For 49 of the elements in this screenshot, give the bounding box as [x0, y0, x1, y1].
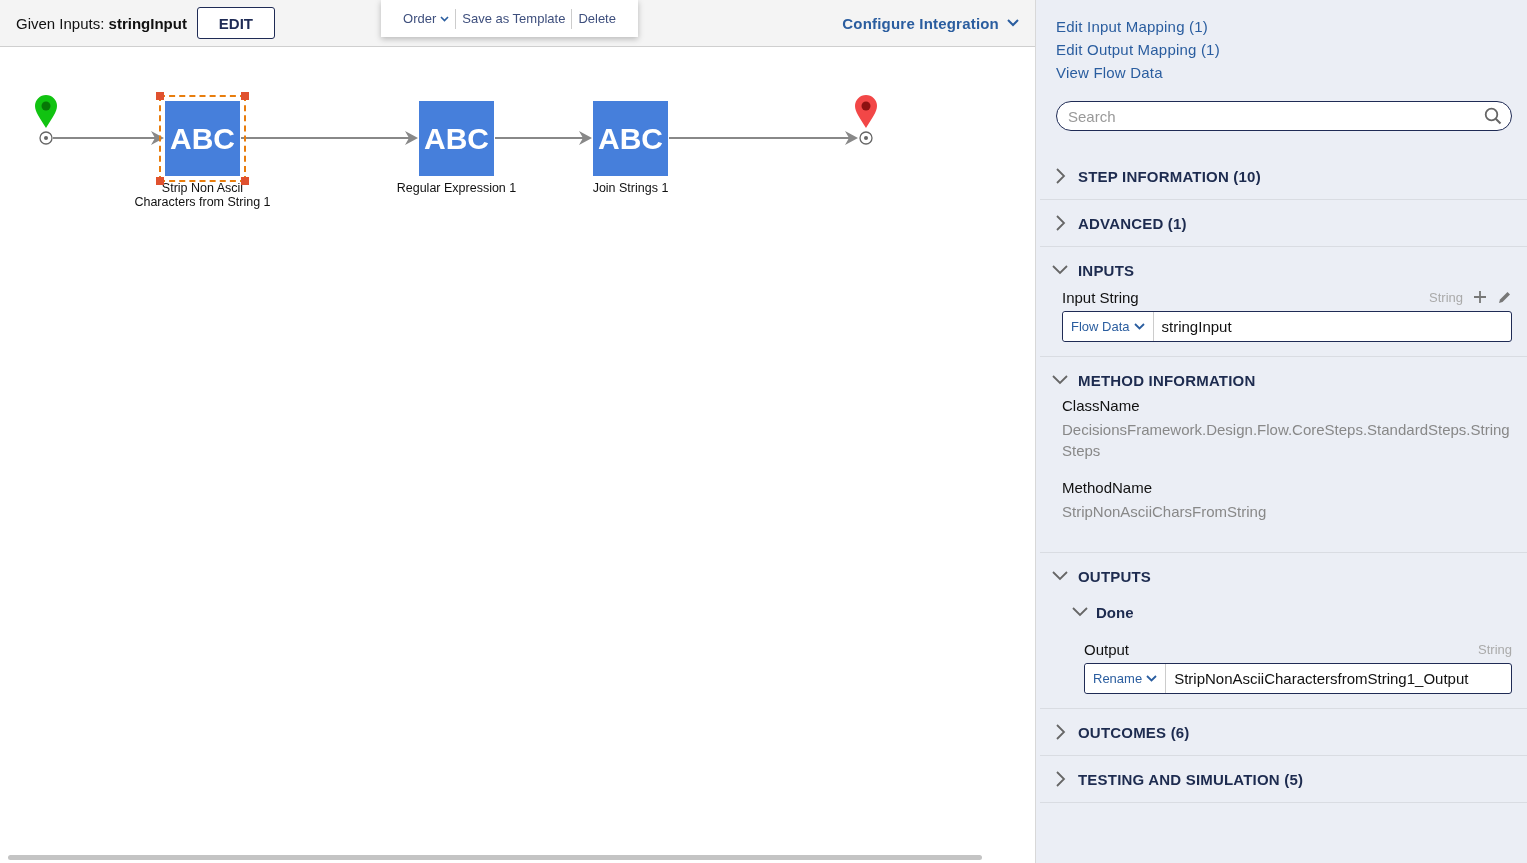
step-label: Join Strings 1	[591, 181, 670, 195]
chevron-down-icon	[1052, 265, 1068, 275]
panel-link[interactable]: Edit Input Mapping (1)	[1056, 15, 1527, 38]
given-inputs-label: Given Inputs: stringInput	[16, 14, 187, 32]
chevron-down-icon	[1146, 675, 1158, 682]
mode-dropdown[interactable]: Flow Data	[1063, 312, 1154, 341]
menu-item[interactable]: Delete	[578, 11, 616, 26]
edit-button[interactable]: EDIT	[196, 7, 275, 39]
section-header[interactable]: ADVANCED (1)	[1040, 200, 1527, 246]
value-field[interactable]: Flow Data stringInput	[1062, 311, 1512, 342]
horizontal-scrollbar[interactable]	[8, 855, 982, 860]
step-label: Strip Non Ascii Characters from String 1	[133, 181, 272, 209]
mode-dropdown[interactable]: Rename	[1085, 664, 1167, 693]
chevron-down-icon	[440, 15, 450, 22]
property-value: StripNonAsciiCharsFromString	[1062, 502, 1268, 522]
chevron-down-icon	[1007, 19, 1019, 27]
end-pin-icon	[855, 95, 877, 145]
panel-link[interactable]: View Flow Data	[1056, 61, 1527, 84]
value-field[interactable]: Rename StripNonAsciiCharactersfromString1_Output	[1084, 663, 1512, 694]
field-label: Output	[1084, 640, 1130, 658]
section-header[interactable]: OUTCOMES (6)	[1040, 709, 1527, 755]
resize-handle[interactable]	[156, 92, 164, 100]
section-header[interactable]: STEP INFORMATION (10)	[1040, 153, 1527, 199]
start-pin-icon	[35, 95, 57, 145]
plus-icon[interactable]	[1473, 290, 1487, 304]
section-header[interactable]: TESTING AND SIMULATION (5)	[1040, 756, 1527, 802]
step-label: Regular Expression 1	[395, 181, 518, 195]
chevron-down-icon	[1072, 607, 1088, 617]
chevron-down-icon	[1052, 375, 1068, 385]
resize-handle[interactable]	[241, 92, 249, 100]
chevron-down-icon	[1133, 323, 1145, 330]
value-input[interactable]: StripNonAsciiCharactersfromString1_Output	[1166, 664, 1511, 693]
menu-item[interactable]: Save as Template	[462, 11, 566, 26]
configure-integration-link[interactable]: Configure Integration	[842, 14, 1019, 32]
value-input[interactable]: stringInput	[1153, 312, 1511, 341]
type-label: String	[1478, 641, 1512, 657]
search-input[interactable]: Search	[1068, 107, 1484, 125]
pencil-icon[interactable]	[1497, 289, 1512, 305]
property-label: ClassName	[1062, 396, 1141, 416]
panel-link[interactable]: Edit Output Mapping (1)	[1056, 38, 1527, 61]
resize-handle[interactable]	[156, 177, 164, 185]
search-icon	[1484, 107, 1502, 125]
property-value: DecisionsFramework.Design.Flow.CoreSteps.StandardSteps.StringSteps	[1062, 420, 1511, 461]
chevron-down-icon	[1052, 571, 1068, 581]
step-node[interactable]: ABC	[159, 95, 246, 182]
property-label: MethodName	[1062, 478, 1154, 498]
search-field[interactable]: Search	[1056, 101, 1512, 131]
resize-handle[interactable]	[241, 177, 249, 185]
menu-item[interactable]: Order	[403, 11, 450, 26]
